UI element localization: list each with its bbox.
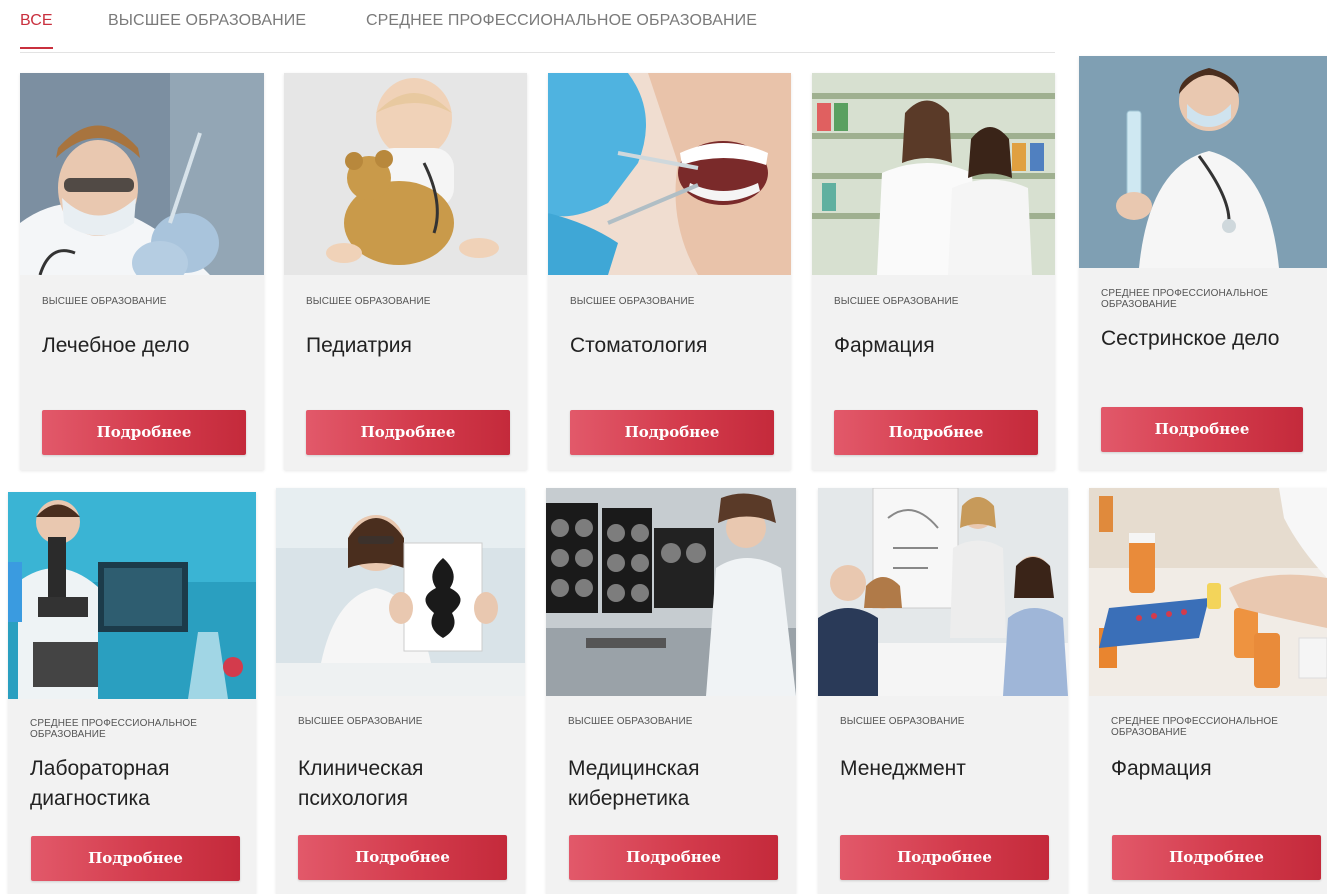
- card-title: Медицинская кибернетика: [568, 757, 700, 810]
- ct-scan-monitors-photo: [546, 488, 796, 696]
- card-category: ВЫСШЕЕ ОБРАЗОВАНИЕ: [306, 296, 431, 307]
- card-title: Лечебное дело: [42, 334, 190, 357]
- program-card: ВЫСШЕЕ ОБРАЗОВАНИЕ Педиатрия Подробнее: [284, 73, 527, 470]
- business-meeting-photo: [818, 488, 1068, 696]
- card-title: Стоматология: [570, 334, 708, 357]
- card-category: ВЫСШЕЕ ОБРАЗОВАНИЕ: [568, 716, 693, 727]
- card-category: ВЫСШЕЕ ОБРАЗОВАНИЕ: [840, 716, 965, 727]
- education-filter-tabs: ВСЕ ВЫСШЕЕ ОБРАЗОВАНИЕ СРЕДНЕЕ ПРОФЕССИО…: [20, 0, 1055, 53]
- program-card: ВЫСШЕЕ ОБРАЗОВАНИЕ Медицинская кибернети…: [546, 488, 796, 894]
- details-button[interactable]: Подробнее: [298, 835, 507, 880]
- card-title: Педиатрия: [306, 334, 412, 357]
- baby-with-teddy-bear-photo: [284, 73, 527, 275]
- card-category: СРЕДНЕЕ ПРОФЕССИОНАЛЬНОЕ ОБРАЗОВАНИЕ: [1101, 288, 1269, 310]
- card-category: ВЫСШЕЕ ОБРАЗОВАНИЕ: [570, 296, 695, 307]
- card-title: Фармация: [1111, 757, 1212, 780]
- pharmacists-photo: [812, 73, 1055, 275]
- psychologist-inkblot-photo: [276, 488, 525, 696]
- card-category: СРЕДНЕЕ ПРОФЕССИОНАЛЬНОЕ ОБРАЗОВАНИЕ: [1111, 716, 1279, 738]
- nurse-with-syringe-photo: [1079, 56, 1327, 268]
- details-button[interactable]: Подробнее: [570, 410, 774, 455]
- program-card: СРЕДНЕЕ ПРОФЕССИОНАЛЬНОЕ ОБРАЗОВАНИЕ Фар…: [1089, 488, 1327, 894]
- tab-secondary-vocational-education[interactable]: СРЕДНЕЕ ПРОФЕССИОНАЛЬНОЕ ОБРАЗОВАНИЕ: [366, 12, 757, 30]
- card-title: Клиническая психология: [298, 757, 424, 810]
- details-button[interactable]: Подробнее: [840, 835, 1049, 880]
- tab-all[interactable]: ВСЕ: [20, 12, 53, 49]
- details-button[interactable]: Подробнее: [834, 410, 1038, 455]
- tab-higher-education[interactable]: ВЫСШЕЕ ОБРАЗОВАНИЕ: [108, 12, 306, 30]
- details-button[interactable]: Подробнее: [1112, 835, 1321, 880]
- details-button[interactable]: Подробнее: [42, 410, 246, 455]
- details-button[interactable]: Подробнее: [569, 835, 778, 880]
- program-card: ВЫСШЕЕ ОБРАЗОВАНИЕ Клиническая психологи…: [276, 488, 525, 894]
- card-category: ВЫСШЕЕ ОБРАЗОВАНИЕ: [298, 716, 423, 727]
- card-title: Менеджмент: [840, 757, 966, 780]
- details-button[interactable]: Подробнее: [306, 410, 510, 455]
- details-button[interactable]: Подробнее: [31, 836, 240, 881]
- program-card: СРЕДНЕЕ ПРОФЕССИОНАЛЬНОЕ ОБРАЗОВАНИЕ Сес…: [1079, 56, 1327, 470]
- card-category: ВЫСШЕЕ ОБРАЗОВАНИЕ: [834, 296, 959, 307]
- card-category: ВЫСШЕЕ ОБРАЗОВАНИЕ: [42, 296, 167, 307]
- dental-examination-photo: [548, 73, 791, 275]
- details-button[interactable]: Подробнее: [1101, 407, 1303, 452]
- pills-bottles-photo: [1089, 488, 1327, 696]
- doctor-with-syringe-photo: [20, 73, 264, 275]
- card-title: Лабораторная диагностика: [30, 757, 170, 810]
- program-card: ВЫСШЕЕ ОБРАЗОВАНИЕ Менеджмент Подробнее: [818, 488, 1068, 894]
- program-card: ВЫСШЕЕ ОБРАЗОВАНИЕ Стоматология Подробне…: [548, 73, 791, 470]
- program-card: СРЕДНЕЕ ПРОФЕССИОНАЛЬНОЕ ОБРАЗОВАНИЕ Лаб…: [8, 492, 256, 894]
- program-card: ВЫСШЕЕ ОБРАЗОВАНИЕ Фармация Подробнее: [812, 73, 1055, 470]
- program-card: ВЫСШЕЕ ОБРАЗОВАНИЕ Лечебное дело Подробн…: [20, 73, 264, 470]
- card-title: Сестринское дело: [1101, 327, 1280, 350]
- card-category: СРЕДНЕЕ ПРОФЕССИОНАЛЬНОЕ ОБРАЗОВАНИЕ: [30, 718, 198, 740]
- microscope-lab-photo: [8, 492, 256, 699]
- card-title: Фармация: [834, 334, 935, 357]
